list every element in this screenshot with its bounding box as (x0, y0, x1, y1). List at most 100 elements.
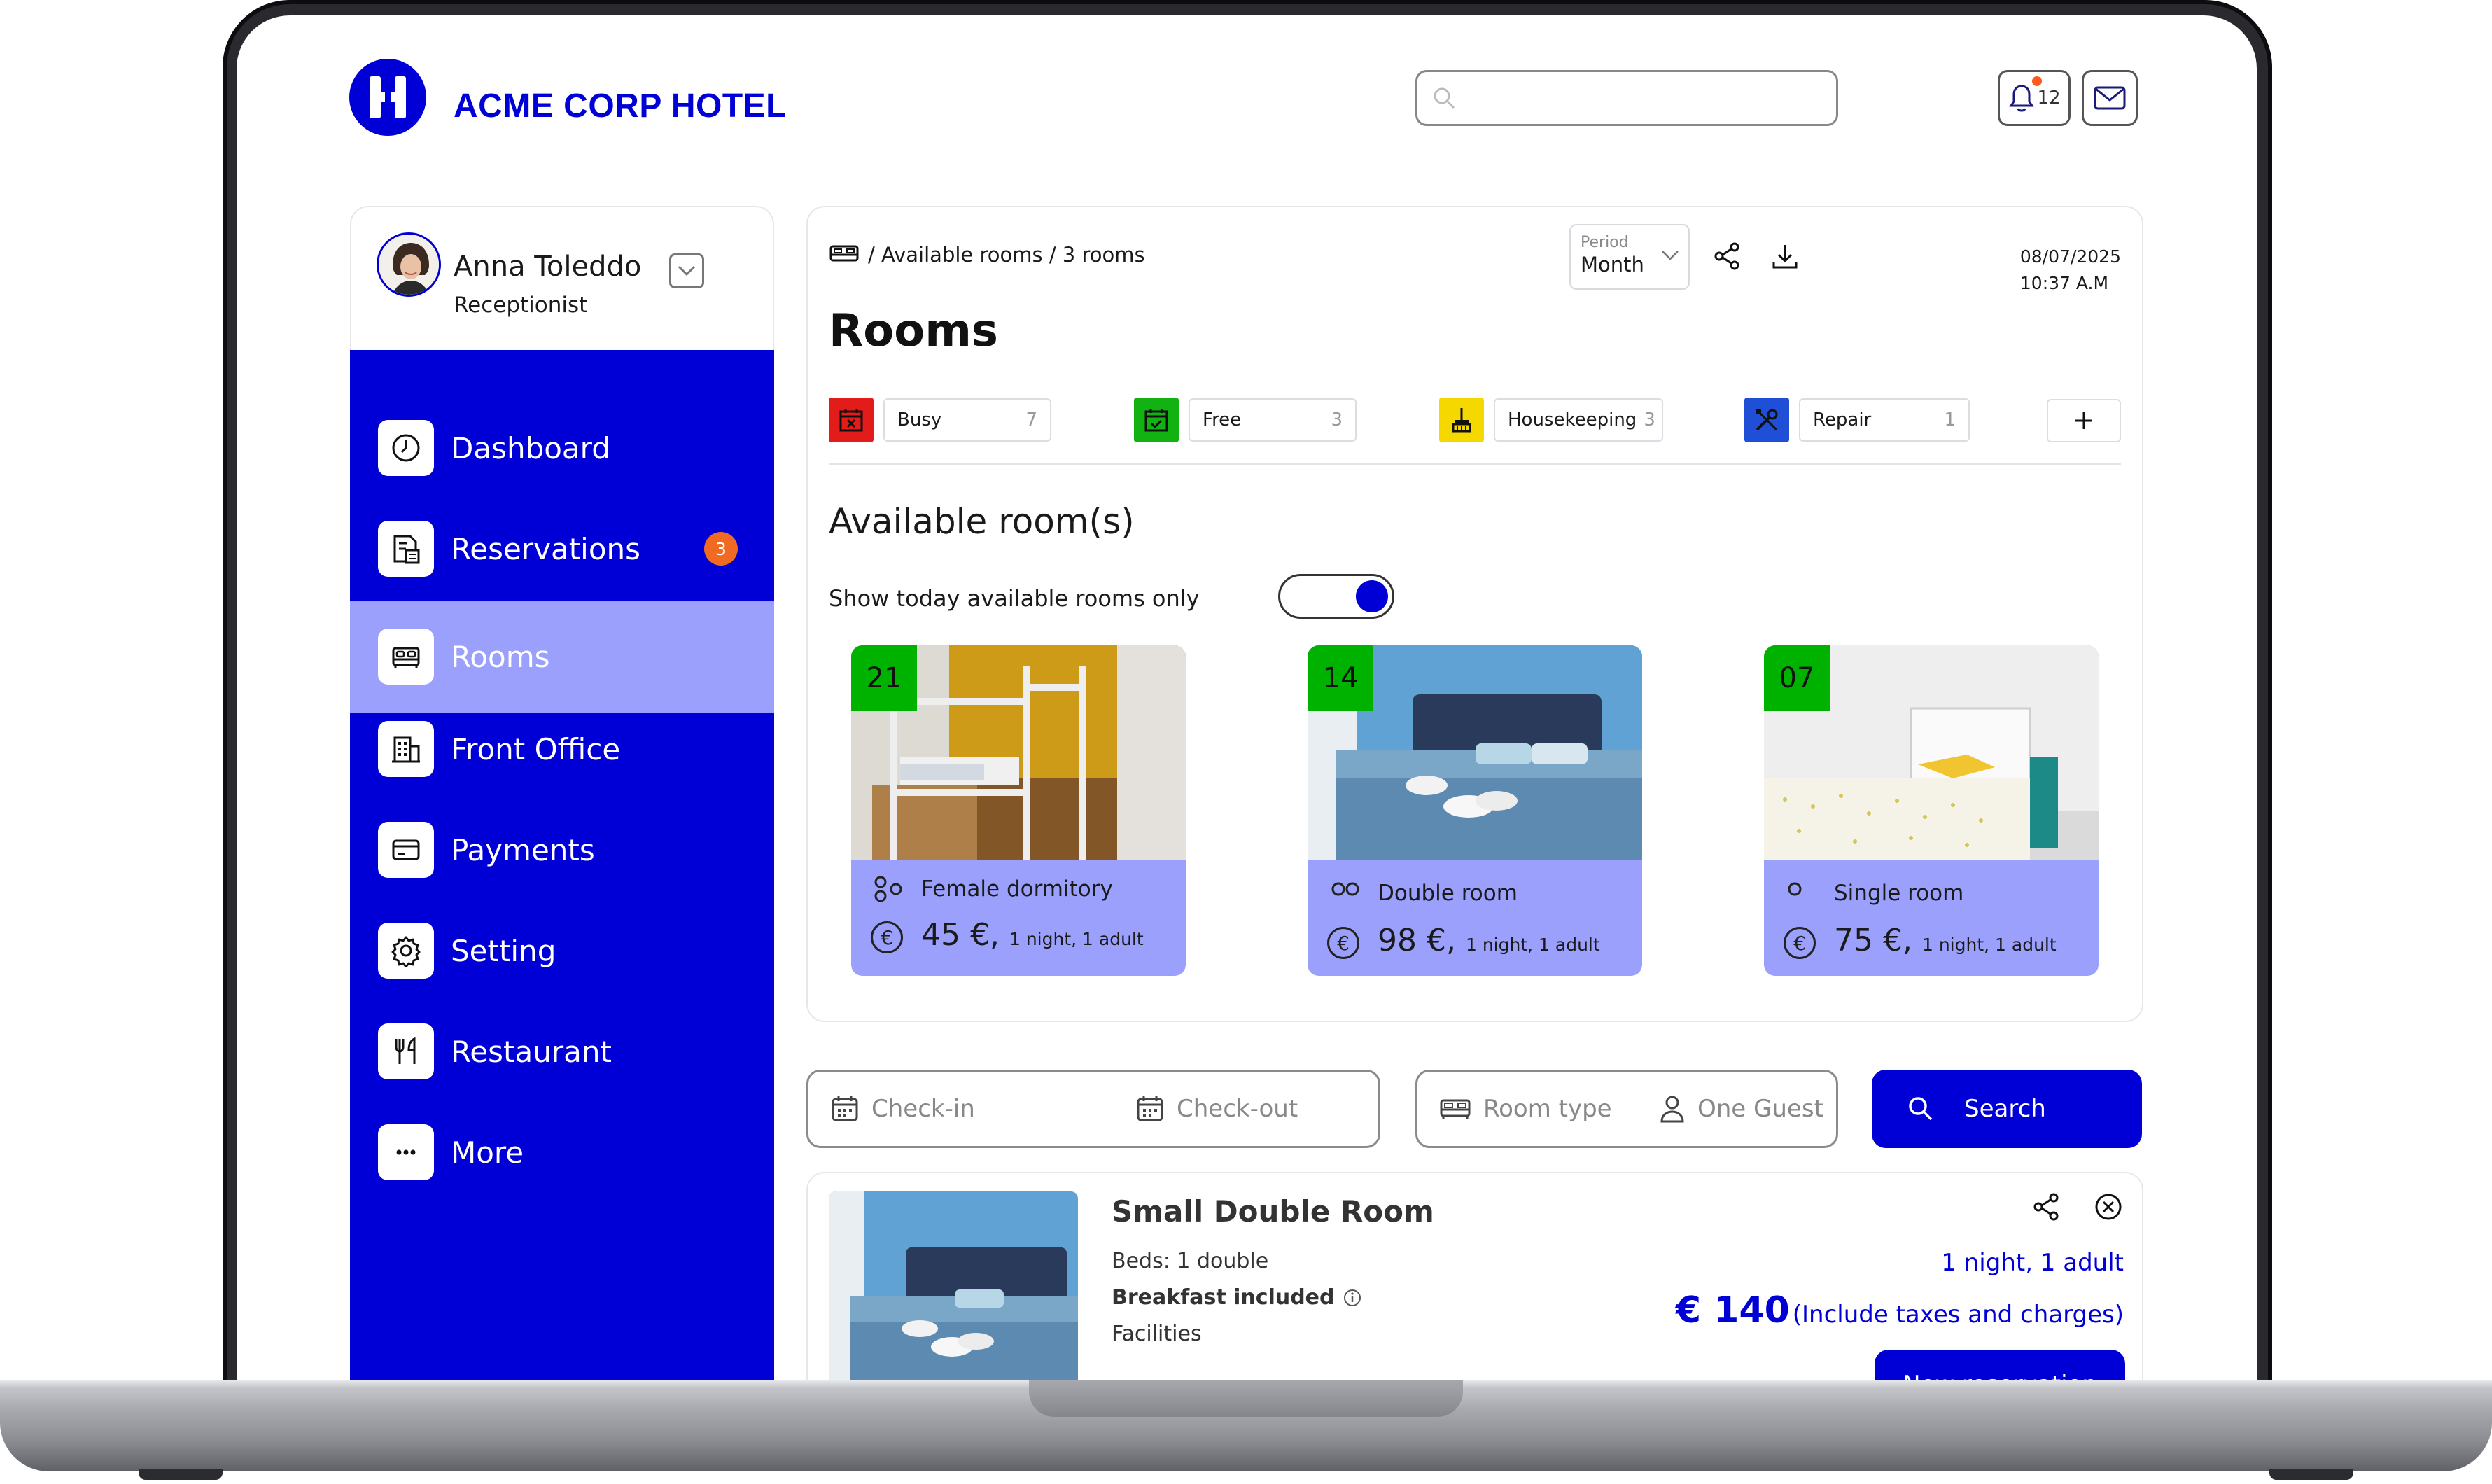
guests-label: One Guest (1698, 1095, 1823, 1123)
room-result-card: Small Double Room Beds: 1 double Breakfa… (806, 1172, 2143, 1380)
status-label: Free (1203, 410, 1242, 430)
calendar-icon (832, 1096, 858, 1121)
room-number: 14 (1308, 645, 1373, 711)
notification-dot (2032, 76, 2042, 86)
breadcrumb: / Available rooms / 3 rooms (829, 242, 1145, 267)
room-photo (829, 1191, 1078, 1380)
checkin-field[interactable]: Check-in (830, 1072, 975, 1146)
document-icon (378, 521, 434, 577)
status-repair-box: Repair 1 (1799, 398, 1970, 442)
status-free[interactable]: Free 3 (1134, 398, 1357, 442)
status-count: 3 (1331, 410, 1343, 430)
download-icon (1772, 245, 1798, 269)
dormitory-icon (874, 876, 902, 902)
new-reservation-button[interactable]: New reservation (1875, 1350, 2125, 1380)
room-price-value: 98 €, (1378, 923, 1456, 958)
room-price-value: 75 €, (1834, 923, 1912, 958)
status-busy-box: Busy 7 (883, 398, 1051, 442)
status-housekeeping[interactable]: Housekeeping 3 (1439, 398, 1663, 442)
room-number: 21 (851, 645, 917, 711)
result-price: € 140 (Include taxes and charges) (1676, 1289, 2124, 1331)
toggle-label: Show today available rooms only (829, 585, 1200, 612)
breadcrumb-text[interactable]: / Available rooms / 3 rooms (868, 243, 1145, 267)
sidebar-item-front-office[interactable]: Front Office (350, 693, 774, 805)
status-label: Busy (897, 410, 942, 430)
room-type-field[interactable]: Room type (1438, 1072, 1612, 1146)
sidebar-item-label: Payments (451, 832, 595, 867)
sidebar-item-dashboard[interactable]: Dashboard (350, 392, 774, 504)
laptop-notch (1029, 1380, 1463, 1417)
breakfast-label: Breakfast included (1112, 1285, 1335, 1310)
sidebar-item-label: Reservations (451, 531, 641, 566)
search-icon (1434, 88, 1455, 109)
calendar-icon (1137, 1096, 1163, 1121)
sidebar-item-setting[interactable]: Setting (350, 895, 774, 1007)
guests-field[interactable]: One Guest (1658, 1072, 1823, 1146)
divider (829, 463, 2121, 465)
status-label: Housekeeping (1508, 410, 1637, 430)
room-price: 98 €, 1 night, 1 adult (1378, 923, 1600, 958)
bed-icon (830, 245, 859, 262)
status-label: Repair (1813, 410, 1872, 430)
sidebar-item-payments[interactable]: Payments (350, 794, 774, 906)
sidebar-item-reservations[interactable]: Reservations 3 (350, 493, 774, 605)
room-photo: 14 (1308, 645, 1642, 860)
add-status-button[interactable] (2047, 399, 2121, 442)
search-button-label: Search (1964, 1095, 2046, 1123)
result-price-note: (Include taxes and charges) (1792, 1301, 2124, 1329)
ellipsis-icon (378, 1124, 434, 1180)
sidebar-item-restaurant[interactable]: Restaurant (350, 995, 774, 1107)
info-icon[interactable] (1342, 1287, 1363, 1308)
bed-icon (378, 629, 434, 685)
sidebar-item-label: Front Office (451, 732, 621, 766)
sidebar-item-more[interactable]: More (350, 1096, 774, 1208)
chevron-down-icon (1662, 251, 1679, 260)
sidebar-nav: Dashboard Reservations 3 Rooms Front Off… (350, 350, 774, 1380)
laptop-foot (2269, 1469, 2353, 1480)
reservations-count-badge: 3 (704, 532, 738, 566)
search-button[interactable]: Search (1872, 1070, 2142, 1148)
room-card[interactable]: 07 Single room € 75 €, 1 night, 1 adult (1764, 645, 2099, 976)
profile-menu-button[interactable] (669, 253, 704, 288)
brand-name: ACME CORP HOTEL (454, 88, 787, 125)
clock-icon (378, 420, 434, 476)
checkin-label: Check-in (872, 1095, 975, 1123)
search-icon (1909, 1097, 1933, 1121)
status-count: 1 (1944, 410, 1956, 430)
sidebar-item-label: Restaurant (451, 1034, 612, 1069)
bell-icon (2009, 85, 2035, 112)
result-close-button[interactable] (2087, 1186, 2129, 1228)
messages-button[interactable] (2082, 70, 2138, 126)
status-busy[interactable]: Busy 7 (829, 398, 1051, 442)
result-stay: 1 night, 1 adult (1941, 1249, 2124, 1277)
room-type: Female dormitory (921, 876, 1113, 902)
result-room-title: Small Double Room (1112, 1194, 1434, 1228)
global-search-input[interactable] (1415, 70, 1838, 126)
available-today-toggle[interactable] (1278, 574, 1394, 619)
result-share-button[interactable] (2026, 1186, 2068, 1228)
status-repair[interactable]: Repair 1 (1744, 398, 1970, 442)
checkout-label: Check-out (1177, 1095, 1298, 1123)
mail-icon (2094, 86, 2126, 110)
status-free-box: Free 3 (1189, 398, 1357, 442)
checkout-field[interactable]: Check-out (1135, 1072, 1298, 1146)
room-card[interactable]: 21 Female dormitory € 45 €, 1 night, 1 a… (851, 645, 1186, 976)
room-type: Single room (1834, 881, 1964, 906)
room-price: 75 €, 1 night, 1 adult (1834, 923, 2057, 958)
calendar-check-icon (1134, 398, 1179, 442)
toggle-knob (1356, 580, 1388, 612)
download-button[interactable] (1765, 237, 1805, 276)
status-count: 3 (1644, 410, 1656, 430)
gear-icon (378, 923, 434, 979)
period-select[interactable]: Period Month (1569, 224, 1690, 290)
calendar-x-icon (829, 398, 874, 442)
status-housekeeping-box: Housekeeping 3 (1494, 398, 1663, 442)
result-beds: Beds: 1 double (1112, 1249, 1269, 1273)
room-card[interactable]: 14 Double room € 98 €, 1 night, 1 adult (1308, 645, 1642, 976)
notifications-button[interactable]: 12 (1998, 70, 2071, 126)
share-button[interactable] (1708, 237, 1747, 276)
result-price-amount: € 140 (1675, 1289, 1790, 1331)
section-title: Available room(s) (829, 501, 1135, 542)
cutlery-icon (378, 1023, 434, 1079)
status-count: 7 (1026, 410, 1037, 430)
